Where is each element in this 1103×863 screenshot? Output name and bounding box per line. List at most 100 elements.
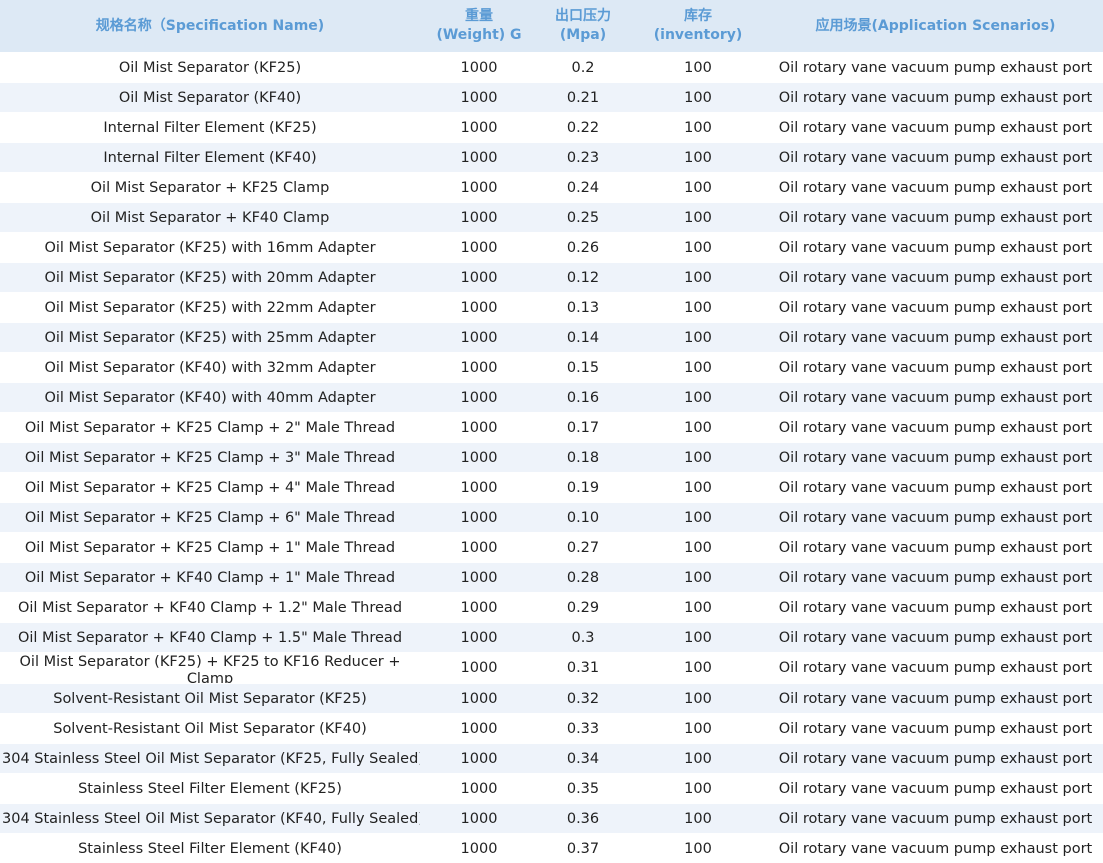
table-row: Oil Mist Separator (KF25) with 16mm Adap… <box>0 232 1103 263</box>
cell-application: Oil rotary vane vacuum pump exhaust port <box>768 322 1103 353</box>
cell-pressure: 0.36 <box>538 803 628 834</box>
cell-weight: 1000 <box>420 442 538 473</box>
cell-application: Oil rotary vane vacuum pump exhaust port <box>768 412 1103 443</box>
header-inventory-cn: 库存 <box>684 8 712 24</box>
header-row: 规格名称（Specification Name) 重量 (Weight) G 出… <box>0 0 1103 53</box>
table-row: Oil Mist Separator + KF25 Clamp + 6" Mal… <box>0 502 1103 533</box>
cell-name: Oil Mist Separator + KF25 Clamp + 3" Mal… <box>0 442 420 473</box>
cell-inventory: 100 <box>628 592 768 623</box>
cell-pressure: 0.25 <box>538 202 628 233</box>
cell-weight: 1000 <box>420 562 538 593</box>
cell-application: Oil rotary vane vacuum pump exhaust port <box>768 803 1103 834</box>
table-row: Oil Mist Separator + KF40 Clamp + 1.2" M… <box>0 592 1103 623</box>
header-inventory: 库存 (inventory) <box>628 0 768 53</box>
cell-weight: 1000 <box>420 713 538 744</box>
header-application-label: 应用场景(Application Scenarios) <box>815 17 1056 34</box>
cell-application: Oil rotary vane vacuum pump exhaust port <box>768 652 1103 684</box>
cell-weight: 1000 <box>420 773 538 804</box>
cell-inventory: 100 <box>628 532 768 563</box>
table-row: Solvent-Resistant Oil Mist Separator (KF… <box>0 713 1103 744</box>
cell-weight: 1000 <box>420 833 538 863</box>
cell-name: Oil Mist Separator + KF40 Clamp + 1.5" M… <box>0 622 420 653</box>
cell-name-text: Oil Mist Separator (KF25) + KF25 to KF16… <box>19 654 401 683</box>
cell-name: Oil Mist Separator + KF40 Clamp + 1" Mal… <box>0 562 420 593</box>
cell-name: Oil Mist Separator + KF25 Clamp <box>0 172 420 203</box>
cell-name: Oil Mist Separator (KF25) with 20mm Adap… <box>0 262 420 293</box>
cell-application: Oil rotary vane vacuum pump exhaust port <box>768 202 1103 233</box>
cell-name: Oil Mist Separator (KF25) with 16mm Adap… <box>0 232 420 263</box>
cell-name: Stainless Steel Filter Element (KF40) <box>0 833 420 863</box>
table-row: Oil Mist Separator + KF25 Clamp + 1" Mal… <box>0 532 1103 563</box>
cell-pressure: 0.23 <box>538 142 628 173</box>
cell-application: Oil rotary vane vacuum pump exhaust port <box>768 292 1103 323</box>
cell-weight: 1000 <box>420 652 538 684</box>
cell-application: Oil rotary vane vacuum pump exhaust port <box>768 262 1103 293</box>
cell-name: Internal Filter Element (KF40) <box>0 142 420 173</box>
cell-pressure: 0.13 <box>538 292 628 323</box>
cell-pressure: 0.31 <box>538 652 628 684</box>
table-row: Oil Mist Separator + KF25 Clamp 1000 0.24 1… <box>0 172 1103 203</box>
cell-weight: 1000 <box>420 683 538 714</box>
cell-inventory: 100 <box>628 172 768 203</box>
cell-pressure: 0.18 <box>538 442 628 473</box>
cell-pressure: 0.32 <box>538 683 628 714</box>
cell-weight: 1000 <box>420 592 538 623</box>
cell-name: Oil Mist Separator + KF25 Clamp + 6" Mal… <box>0 502 420 533</box>
cell-pressure: 0.2 <box>538 52 628 83</box>
cell-inventory: 100 <box>628 743 768 774</box>
cell-inventory: 100 <box>628 52 768 83</box>
cell-application: Oil rotary vane vacuum pump exhaust port <box>768 622 1103 653</box>
cell-pressure: 0.17 <box>538 412 628 443</box>
cell-name: Oil Mist Separator (KF25) with 22mm Adap… <box>0 292 420 323</box>
table-row: Internal Filter Element (KF25) 1000 0.22 10… <box>0 112 1103 143</box>
cell-weight: 1000 <box>420 382 538 413</box>
cell-pressure: 0.26 <box>538 232 628 263</box>
cell-pressure: 0.28 <box>538 562 628 593</box>
cell-name: Solvent-Resistant Oil Mist Separator (KF… <box>0 713 420 744</box>
table-row: Oil Mist Separator + KF25 Clamp + 3" Mal… <box>0 442 1103 473</box>
table-row: 304 Stainless Steel Oil Mist Separator (… <box>0 743 1103 774</box>
cell-pressure: 0.21 <box>538 82 628 113</box>
cell-pressure: 0.33 <box>538 713 628 744</box>
header-inventory-en: (inventory) <box>653 27 743 43</box>
cell-inventory: 100 <box>628 382 768 413</box>
cell-name: Oil Mist Separator (KF25) <box>0 52 420 83</box>
cell-inventory: 100 <box>628 322 768 353</box>
cell-application: Oil rotary vane vacuum pump exhaust port <box>768 472 1103 503</box>
cell-inventory: 100 <box>628 112 768 143</box>
cell-weight: 1000 <box>420 202 538 233</box>
cell-inventory: 100 <box>628 232 768 263</box>
cell-application: Oil rotary vane vacuum pump exhaust port <box>768 833 1103 863</box>
cell-weight: 1000 <box>420 172 538 203</box>
cell-weight: 1000 <box>420 803 538 834</box>
cell-inventory: 100 <box>628 142 768 173</box>
table-row: Oil Mist Separator + KF40 Clamp 1000 0.25 1… <box>0 202 1103 233</box>
cell-weight: 1000 <box>420 52 538 83</box>
table-body: Oil Mist Separator (KF25) 1000 0.2 100 Oil r… <box>0 52 1103 863</box>
cell-pressure: 0.3 <box>538 622 628 653</box>
cell-weight: 1000 <box>420 112 538 143</box>
cell-weight: 1000 <box>420 502 538 533</box>
cell-weight: 1000 <box>420 743 538 774</box>
table-row: Oil Mist Separator + KF40 Clamp + 1.5" M… <box>0 622 1103 653</box>
cell-name: Stainless Steel Filter Element (KF25) <box>0 773 420 804</box>
cell-application: Oil rotary vane vacuum pump exhaust port <box>768 232 1103 263</box>
cell-weight: 1000 <box>420 262 538 293</box>
cell-name: Oil Mist Separator + KF25 Clamp + 2" Mal… <box>0 412 420 443</box>
cell-inventory: 100 <box>628 292 768 323</box>
cell-name: Oil Mist Separator (KF25) with 25mm Adap… <box>0 322 420 353</box>
cell-weight: 1000 <box>420 142 538 173</box>
cell-inventory: 100 <box>628 803 768 834</box>
table-row: Oil Mist Separator (KF40) 1000 0.21 100 Oil … <box>0 82 1103 113</box>
cell-inventory: 100 <box>628 773 768 804</box>
header-name: 规格名称（Specification Name) <box>0 0 420 53</box>
header-weight-cn: 重量 <box>465 8 493 24</box>
table-row: Oil Mist Separator (KF25) with 22mm Adap… <box>0 292 1103 323</box>
cell-pressure: 0.16 <box>538 382 628 413</box>
cell-application: Oil rotary vane vacuum pump exhaust port <box>768 743 1103 774</box>
header-pressure-en: (Mpa) <box>559 27 607 43</box>
cell-inventory: 100 <box>628 713 768 744</box>
cell-name: Oil Mist Separator + KF25 Clamp + 1" Mal… <box>0 532 420 563</box>
cell-name: Oil Mist Separator + KF40 Clamp + 1.2" M… <box>0 592 420 623</box>
cell-application: Oil rotary vane vacuum pump exhaust port <box>768 532 1103 563</box>
